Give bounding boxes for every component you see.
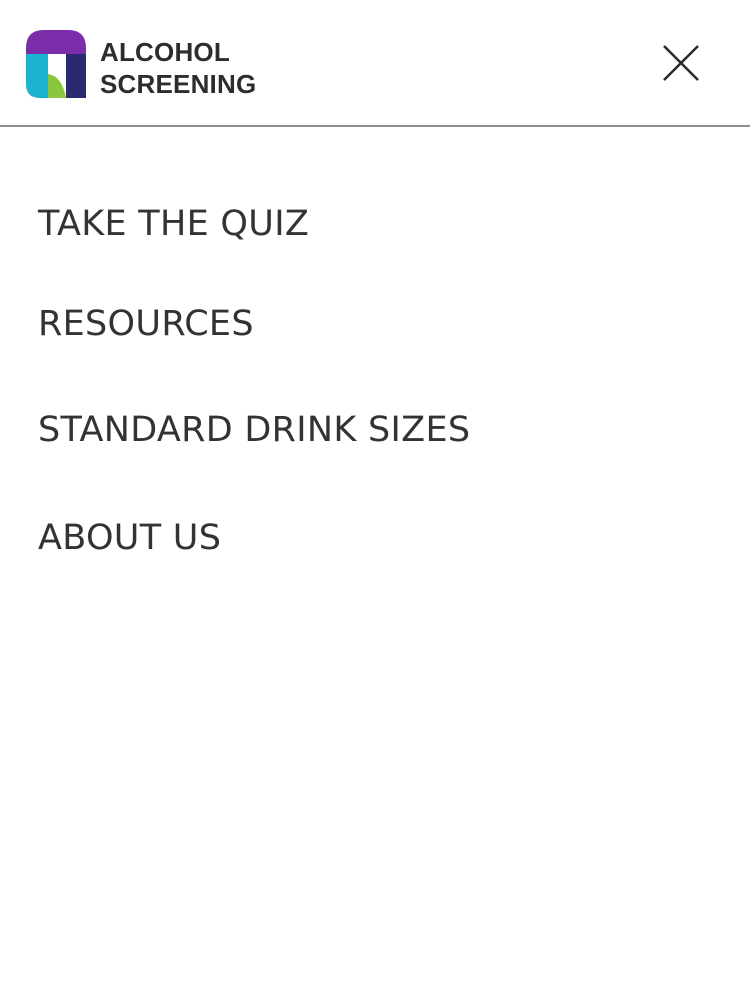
logo-line-2: SCREENING xyxy=(100,69,257,99)
menu-item-about-us[interactable]: ABOUT US xyxy=(38,516,221,560)
alcohol-screening-logo-icon[interactable] xyxy=(26,30,86,98)
menu-item-standard-drink-sizes[interactable]: STANDARD DRINK SIZES xyxy=(38,408,470,452)
logo-line-1: ALCOHOL xyxy=(100,37,230,67)
menu-item-take-the-quiz[interactable]: TAKE THE QUIZ xyxy=(38,202,309,246)
site-header: ALCOHOL SCREENING xyxy=(0,0,750,127)
close-icon xyxy=(663,45,699,81)
menu-item-resources[interactable]: RESOURCES xyxy=(38,302,254,346)
site-logo-text[interactable]: ALCOHOL SCREENING xyxy=(100,36,256,100)
close-menu-button[interactable] xyxy=(656,38,706,88)
